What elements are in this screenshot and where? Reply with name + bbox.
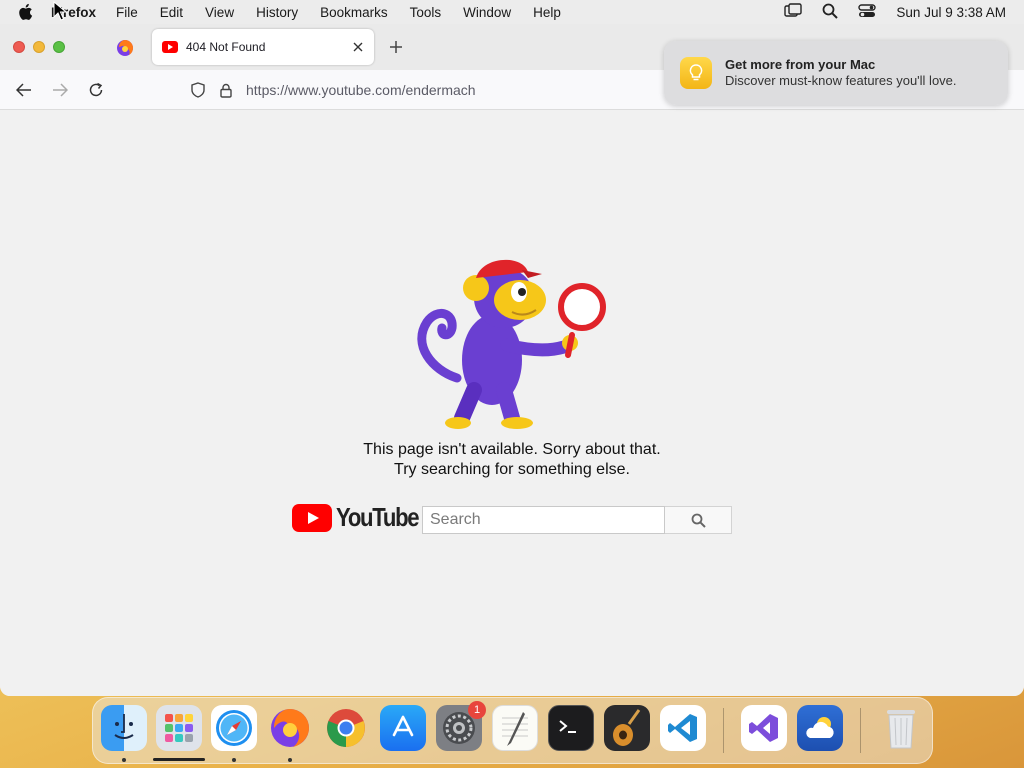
apple-menu-icon[interactable] — [17, 3, 39, 21]
dock-scroll-indicator — [153, 758, 205, 761]
app-store-icon[interactable] — [380, 705, 426, 751]
forward-button[interactable] — [49, 79, 71, 101]
new-tab-button[interactable] — [385, 36, 407, 58]
menu-tools[interactable]: Tools — [410, 5, 442, 20]
visual-studio-icon[interactable] — [741, 705, 787, 751]
notification-banner[interactable]: Get more from your Mac Discover must-kno… — [664, 41, 1008, 105]
address-bar[interactable]: https://www.youtube.com/endermach — [180, 75, 660, 105]
weather-icon[interactable] — [797, 705, 843, 751]
youtube-play-icon — [292, 503, 332, 532]
window-minimize-button[interactable] — [33, 41, 45, 53]
running-indicator — [122, 758, 126, 762]
browser-window: 404 Not Found https://www.youtube.com/en — [0, 24, 1024, 696]
dock-separator — [723, 708, 724, 753]
dock-separator — [860, 708, 861, 753]
menu-file[interactable]: File — [116, 5, 138, 20]
back-button[interactable] — [13, 79, 35, 101]
vscode-icon[interactable] — [660, 705, 706, 751]
screen-mirroring-icon[interactable] — [784, 2, 803, 22]
youtube-wordmark: YouTube — [336, 502, 420, 532]
textedit-icon[interactable] — [492, 705, 538, 751]
monkey-404-illustration-icon — [417, 259, 606, 429]
error-message: This page isn't available. Sorry about t… — [312, 440, 712, 480]
dock: 1 — [92, 697, 933, 764]
notification-title: Get more from your Mac — [725, 57, 876, 72]
settings-notification-badge: 1 — [468, 701, 486, 719]
menu-view[interactable]: View — [205, 5, 234, 20]
control-center-icon[interactable] — [858, 3, 877, 22]
system-settings-icon[interactable]: 1 — [436, 701, 486, 751]
menu-history[interactable]: History — [256, 5, 298, 20]
page-content: This page isn't available. Sorry about t… — [0, 110, 1024, 696]
trash-icon[interactable] — [878, 705, 924, 751]
chrome-icon[interactable] — [323, 705, 369, 751]
garageband-icon[interactable] — [604, 705, 650, 751]
mouse-cursor-icon — [53, 1, 67, 21]
tab-active[interactable]: 404 Not Found — [152, 29, 374, 65]
firefox-view-icon[interactable] — [116, 39, 134, 57]
running-indicator — [288, 758, 292, 762]
menu-edit[interactable]: Edit — [160, 5, 183, 20]
menu-window[interactable]: Window — [463, 5, 511, 20]
error-message-line1: This page isn't available. Sorry about t… — [363, 441, 661, 458]
spotlight-search-icon[interactable] — [822, 3, 839, 22]
search-icon — [691, 513, 706, 528]
url-text[interactable]: https://www.youtube.com/endermach — [246, 82, 476, 98]
tracking-protection-shield-icon[interactable] — [188, 80, 208, 100]
tips-lightbulb-icon — [680, 57, 712, 89]
firefox-icon[interactable] — [267, 705, 313, 751]
menu-bookmarks[interactable]: Bookmarks — [320, 5, 388, 20]
tab-close-icon[interactable] — [348, 37, 368, 57]
window-close-button[interactable] — [13, 41, 25, 53]
window-zoom-button[interactable] — [53, 41, 65, 53]
tab-title: 404 Not Found — [186, 40, 266, 54]
error-message-line2: Try searching for something else. — [394, 461, 630, 478]
menu-bar-clock[interactable]: Sun Jul 9 3:38 AM — [896, 5, 1006, 20]
running-indicator — [232, 758, 236, 762]
notification-body: Discover must-know features you'll love. — [725, 73, 957, 88]
safari-icon[interactable] — [211, 705, 257, 751]
youtube-favicon-icon — [162, 41, 178, 53]
youtube-logo[interactable]: YouTube — [292, 502, 433, 533]
menu-bar: Firefox File Edit View History Bookmarks… — [0, 0, 1024, 24]
menu-help[interactable]: Help — [533, 5, 561, 20]
launchpad-icon[interactable] — [156, 705, 202, 751]
search-input[interactable] — [422, 506, 665, 534]
reload-button[interactable] — [85, 79, 107, 101]
finder-icon[interactable] — [101, 705, 147, 751]
search-button[interactable] — [665, 506, 732, 534]
lock-icon[interactable] — [216, 80, 236, 100]
terminal-icon[interactable] — [548, 705, 594, 751]
